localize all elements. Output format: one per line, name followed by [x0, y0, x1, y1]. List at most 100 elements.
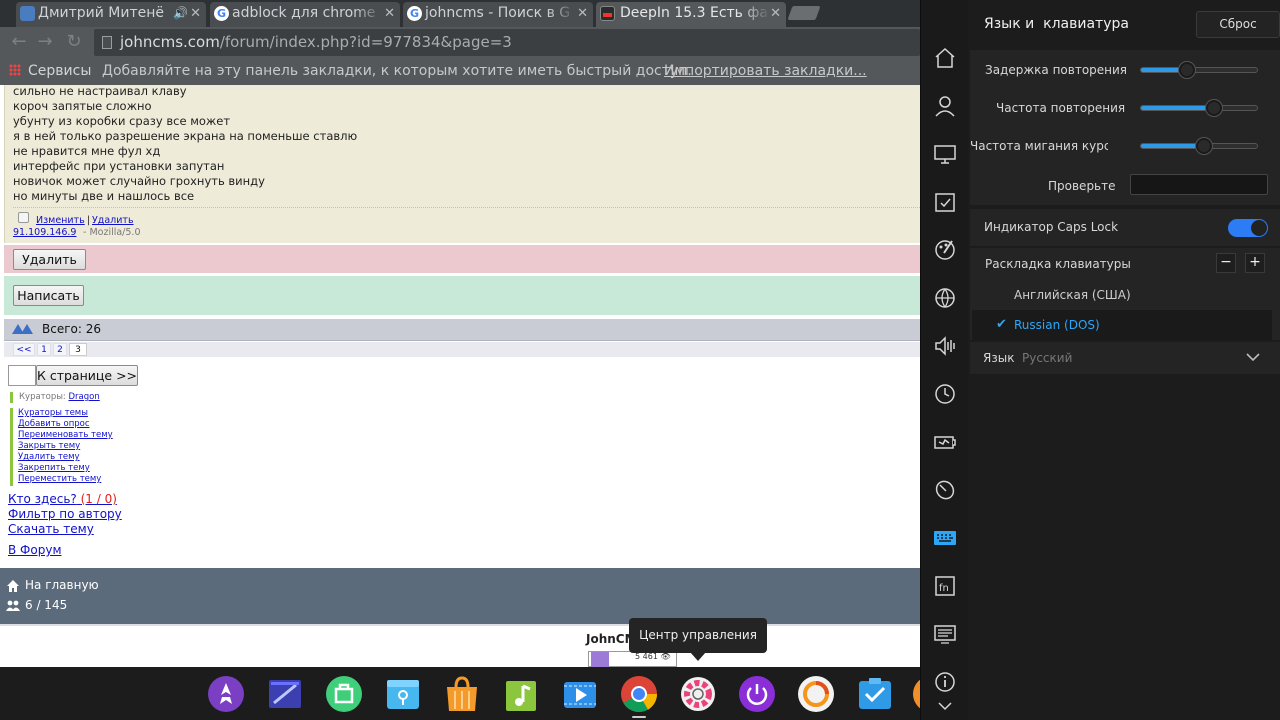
video-icon — [20, 6, 35, 21]
multitasking-icon[interactable] — [266, 675, 304, 713]
slider-handle[interactable] — [1195, 138, 1212, 154]
curator-link[interactable]: Dragon — [69, 392, 100, 402]
time-icon[interactable] — [933, 382, 957, 406]
close-tab-icon[interactable]: ✕ — [577, 2, 588, 25]
cursor-blink-slider[interactable] — [1140, 138, 1258, 154]
scroll-up-icon[interactable] — [12, 324, 34, 336]
tab-2[interactable]: G adblock для chrome ✕ — [210, 2, 400, 27]
close-tab-icon[interactable]: ✕ — [770, 2, 781, 25]
poster-ip[interactable]: 91.109.146.9 — [13, 227, 76, 238]
slider-handle[interactable] — [1206, 100, 1223, 116]
chevron-down-icon[interactable] — [1246, 352, 1260, 362]
tab-title: Дмитрий Митенё — [38, 5, 164, 21]
import-bookmarks-link[interactable]: Импортировать закладки... — [664, 58, 867, 84]
caps-lock-label: Индикатор Caps Lock — [984, 220, 1119, 234]
music-icon[interactable] — [502, 675, 540, 713]
url-input[interactable]: johncms.com/forum/index.php?id=977834&pa… — [94, 29, 920, 56]
control-center-icon[interactable] — [679, 675, 717, 713]
post-line: новичок может случайно грохнуть винду — [13, 174, 265, 188]
apps-icon[interactable] — [9, 64, 21, 76]
caps-lock-toggle[interactable] — [1228, 219, 1268, 237]
keyboard-icon[interactable] — [933, 526, 957, 550]
shopping-icon[interactable] — [443, 675, 481, 713]
home-link[interactable]: На главную — [25, 578, 99, 592]
partial-dock-icon[interactable] — [912, 675, 920, 713]
cursor-blink-label: Частота мигания курсора — [970, 139, 1108, 153]
back-icon[interactable]: ← — [8, 31, 30, 53]
display-icon[interactable] — [933, 142, 957, 166]
tab-3[interactable]: G johncms - Поиск в G ✕ — [403, 2, 593, 27]
select-post-checkbox[interactable] — [18, 212, 29, 223]
new-tab-button[interactable] — [787, 6, 821, 20]
mod-link-curators[interactable]: Кураторы темы — [18, 408, 113, 419]
online-count[interactable]: 6 / 145 — [25, 598, 67, 612]
accounts-icon[interactable] — [933, 94, 957, 118]
home-icon[interactable] — [933, 46, 957, 70]
goto-page-button[interactable]: К странице >> — [36, 365, 138, 386]
repeat-delay-slider[interactable] — [1140, 62, 1258, 78]
filter-author-link[interactable]: Фильтр по автору — [8, 507, 122, 521]
test-label: Проверьте — [1048, 179, 1116, 193]
delete-button[interactable]: Удалить — [13, 249, 86, 270]
post-line: интерфейс при установки запутан — [13, 159, 225, 173]
bookmarks-hint: Добавляйте на эту панель закладки, к кот… — [102, 63, 692, 79]
chevron-down-icon[interactable] — [933, 698, 957, 716]
system-info-icon[interactable] — [933, 622, 957, 646]
reload-icon[interactable]: ↻ — [63, 31, 85, 53]
page-number-input[interactable] — [8, 365, 36, 386]
mod-link-rename[interactable]: Переименовать тему — [18, 430, 113, 441]
mod-link-move[interactable]: Переместить тему — [18, 474, 113, 485]
add-layout-button[interactable]: + — [1245, 253, 1265, 273]
store-icon[interactable] — [325, 675, 363, 713]
audio-icon[interactable]: 🔊 — [173, 2, 188, 25]
launcher-icon[interactable] — [207, 675, 245, 713]
mod-link-close[interactable]: Закрыть тему — [18, 441, 113, 452]
write-button[interactable]: Написать — [13, 285, 84, 306]
services-link[interactable]: Сервисы — [28, 58, 91, 84]
who-here-link[interactable]: Кто здесь? — [8, 492, 77, 506]
to-forum-link[interactable]: В Форум — [8, 543, 62, 557]
repeat-rate-slider[interactable] — [1140, 100, 1258, 116]
edit-post-link[interactable]: Изменить — [36, 215, 85, 226]
power-icon[interactable] — [933, 430, 957, 454]
remove-layout-button[interactable]: − — [1216, 253, 1236, 273]
mod-link-add-poll[interactable]: Добавить опрос — [18, 419, 113, 430]
slider-handle[interactable] — [1179, 62, 1196, 78]
info-icon[interactable] — [933, 670, 957, 694]
site-footer: На главную 6 / 145 — [0, 568, 920, 624]
mouse-icon[interactable] — [933, 478, 957, 502]
page-first[interactable]: << — [13, 343, 35, 356]
shortcuts-icon[interactable]: fn — [933, 574, 957, 598]
test-input[interactable] — [1130, 174, 1268, 195]
close-tab-icon[interactable]: ✕ — [190, 2, 201, 25]
layout-item[interactable]: Английская (США) — [972, 280, 1272, 310]
post-divider — [13, 207, 920, 208]
shutdown-icon[interactable] — [738, 675, 776, 713]
moderation-links: Кураторы темы Добавить опрос Переименова… — [10, 408, 113, 486]
page-link[interactable]: 1 — [37, 343, 51, 356]
forward-icon[interactable]: → — [34, 31, 56, 53]
panel-title: Язык и клавиатура — [984, 16, 1129, 32]
layout-item-selected[interactable]: ✔ Russian (DOS) — [972, 310, 1272, 340]
download-topic-link[interactable]: Скачать тему — [8, 522, 94, 536]
sound-icon[interactable] — [933, 334, 957, 358]
tab-4-active[interactable]: DeepIn 15.3 Есть фа ✕ — [596, 2, 786, 27]
video-icon[interactable] — [561, 675, 599, 713]
chrome-icon[interactable] — [620, 675, 658, 713]
browser-icon[interactable] — [797, 675, 835, 713]
default-apps-icon[interactable] — [933, 190, 957, 214]
tab-1[interactable]: Дмитрий Митенё 🔊 ✕ — [16, 2, 206, 27]
page-link[interactable]: 2 — [53, 343, 67, 356]
file-manager-icon[interactable] — [384, 675, 422, 713]
language-row[interactable]: Язык Русский — [970, 342, 1280, 374]
network-icon[interactable] — [933, 286, 957, 310]
close-tab-icon[interactable]: ✕ — [384, 2, 395, 25]
reset-button[interactable]: Сброс — [1196, 11, 1280, 38]
mod-link-delete[interactable]: Удалить тему — [18, 452, 113, 463]
screenshot-icon[interactable] — [856, 675, 894, 713]
visit-counter[interactable]: 5 461 👁 — [588, 651, 677, 667]
mod-link-pin[interactable]: Закрепить тему — [18, 463, 113, 474]
delete-post-link[interactable]: Удалить — [92, 215, 134, 226]
home-icon — [7, 580, 19, 592]
personalization-icon[interactable] — [933, 238, 957, 262]
